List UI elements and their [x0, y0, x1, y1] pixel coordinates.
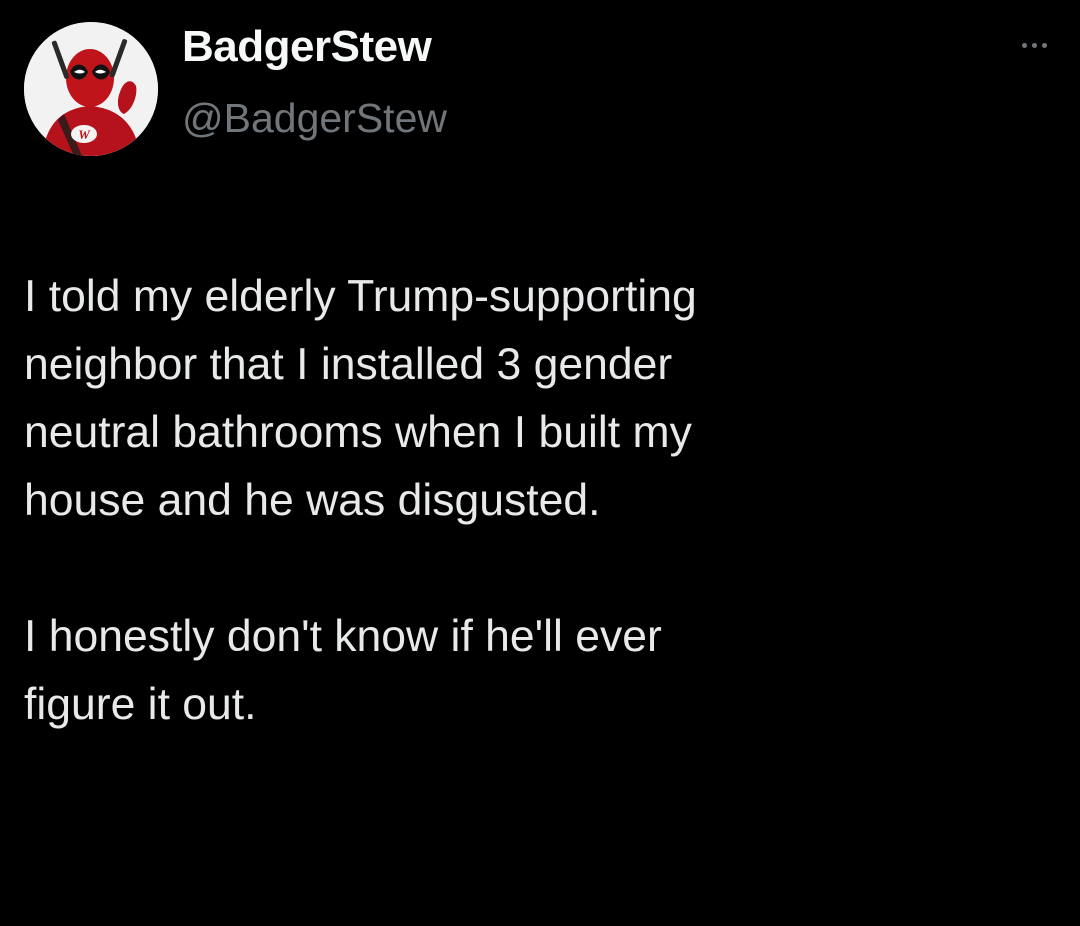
- tweet-text: I told my elderly Trump-supporting neigh…: [24, 263, 1044, 739]
- masked-hero-avatar-icon: W: [24, 22, 158, 156]
- tweet-card: W BadgerStew @BadgerStew I told my elder…: [0, 0, 1080, 926]
- tweet-paragraph: I told my elderly Trump-supporting neigh…: [24, 272, 697, 525]
- more-horizontal-icon-dot: [1041, 42, 1047, 48]
- tweet-paragraph: I honestly don't know if he'll ever figu…: [24, 612, 662, 729]
- user-handle[interactable]: @BadgerStew: [182, 95, 447, 142]
- more-options-button[interactable]: [1012, 30, 1056, 60]
- more-horizontal-icon: [1021, 42, 1027, 48]
- avatar[interactable]: W: [24, 22, 158, 156]
- display-name[interactable]: BadgerStew: [182, 22, 432, 72]
- svg-text:W: W: [78, 127, 91, 142]
- more-horizontal-icon-dot: [1031, 42, 1037, 48]
